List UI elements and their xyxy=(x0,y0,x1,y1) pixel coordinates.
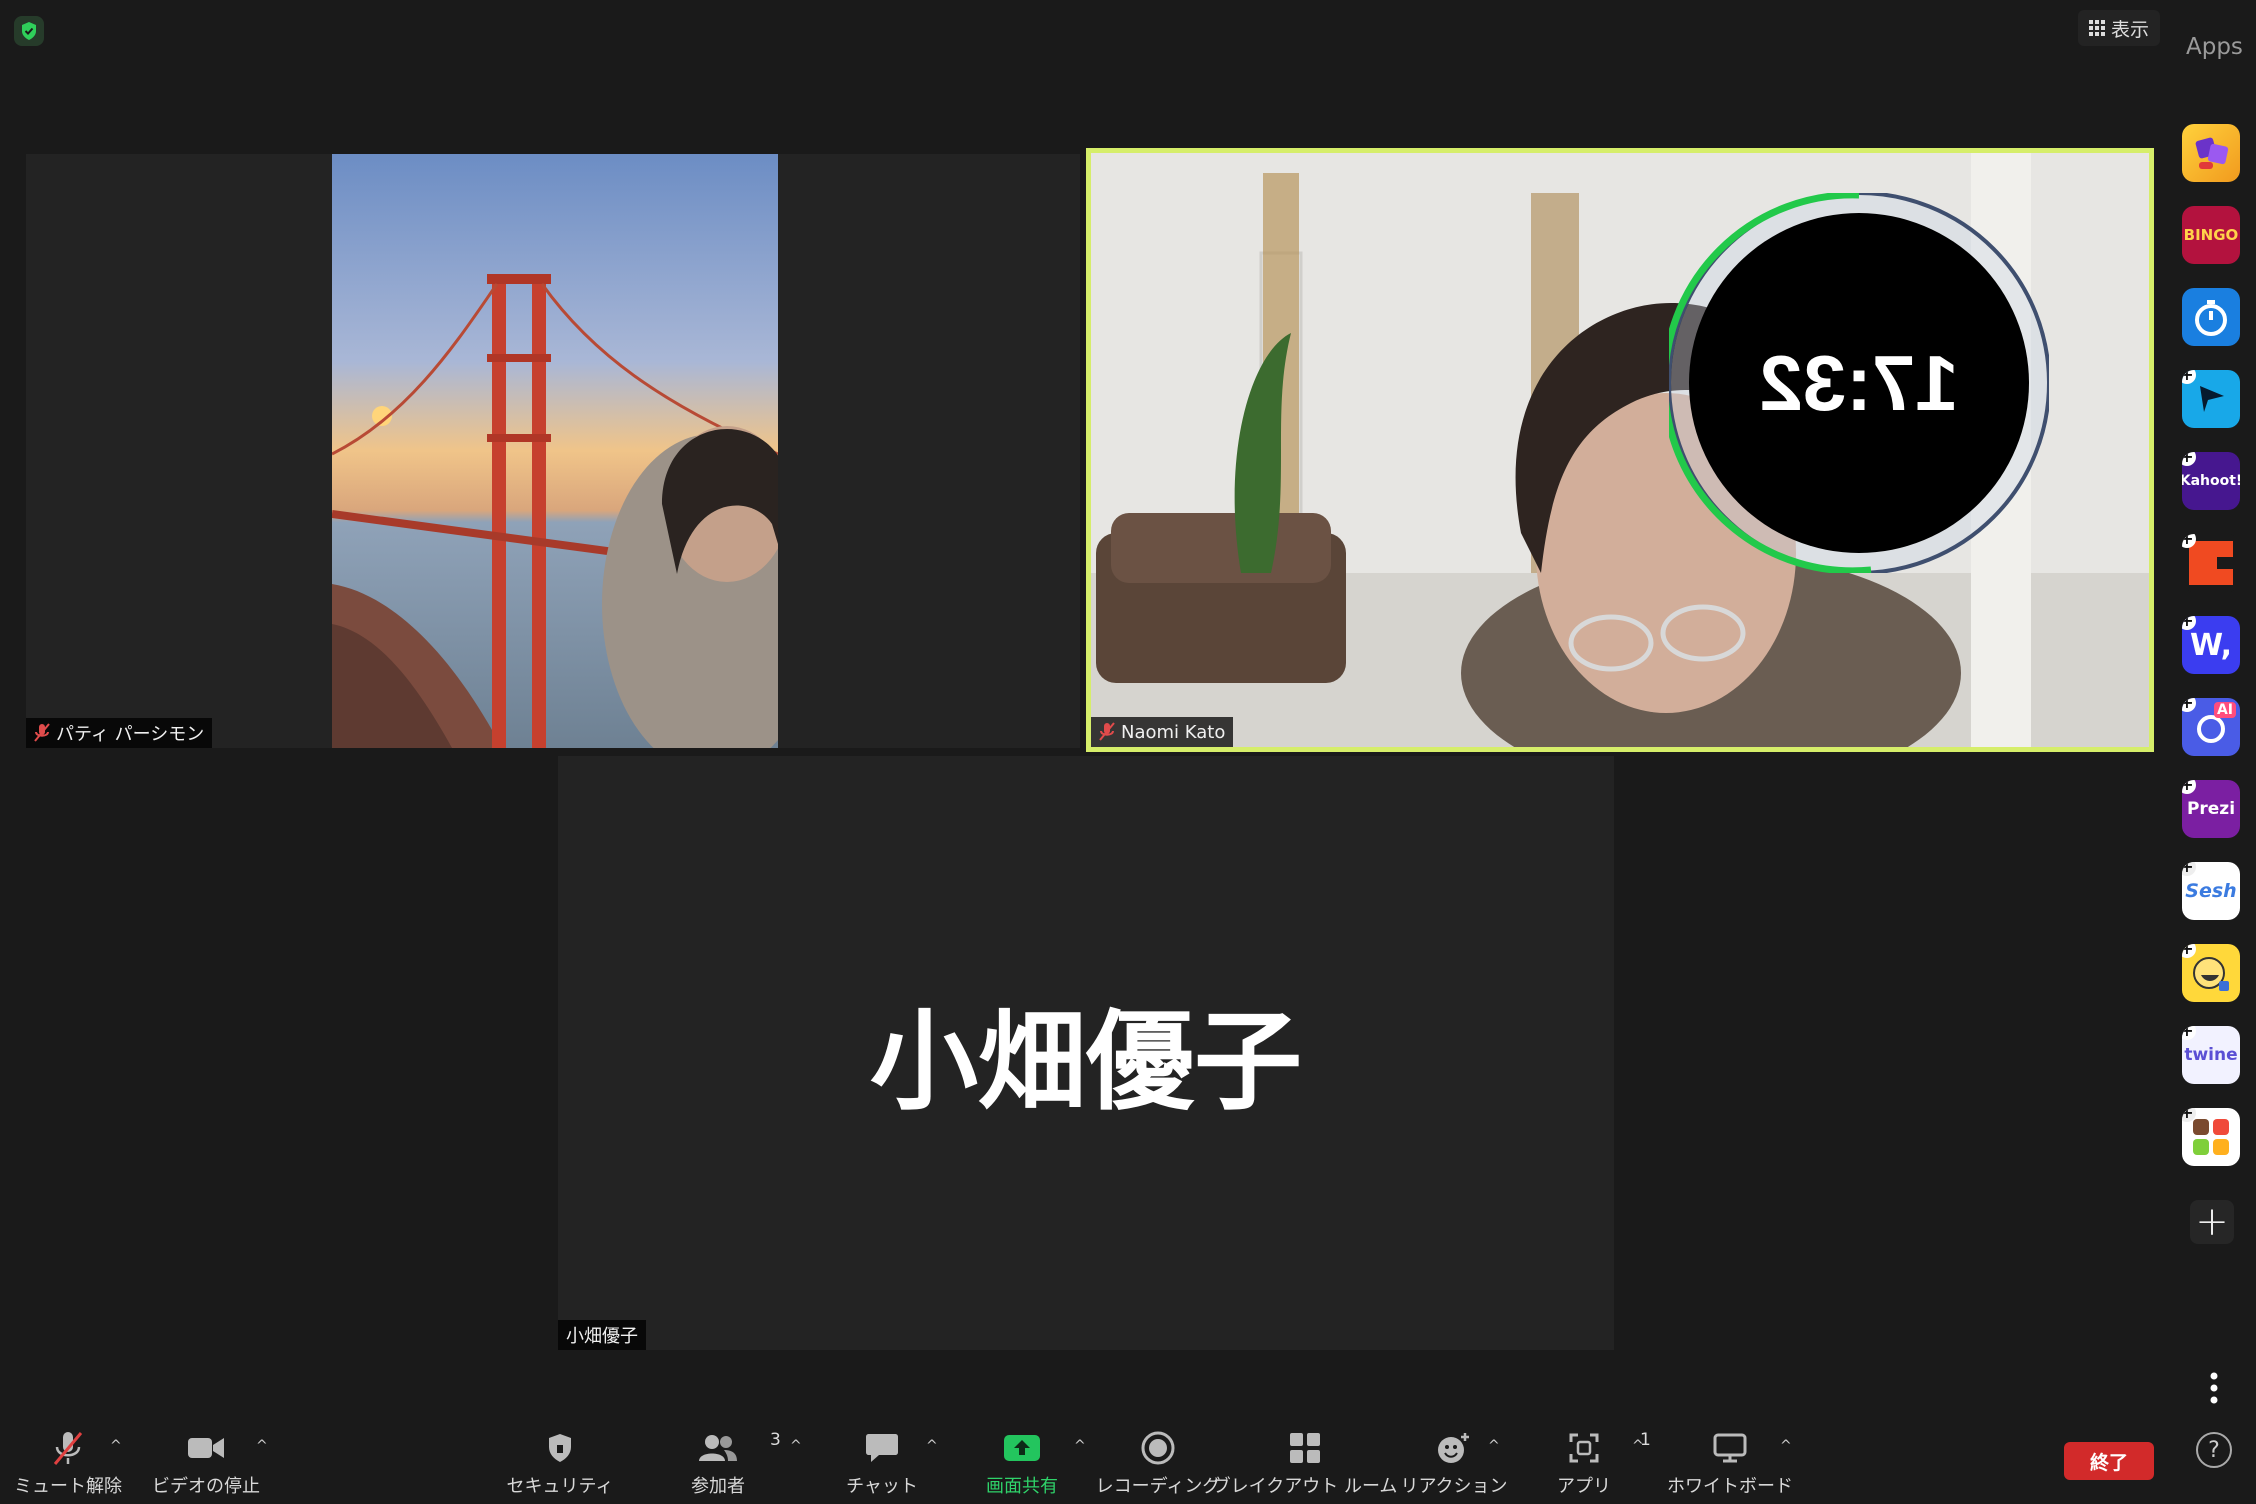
bingo-icon[interactable]: BINGO xyxy=(2182,206,2240,264)
whiteboard-button[interactable]: ホワイトボード xyxy=(1667,1428,1793,1498)
participant-display-name: 小畑優子 xyxy=(869,1000,1302,1125)
ai-label: AI xyxy=(2213,702,2236,718)
participants-options-caret[interactable]: ^ xyxy=(790,1438,802,1454)
add-badge-icon: + xyxy=(2182,780,2196,794)
add-badge-icon: + xyxy=(2182,862,2196,876)
participant-name: パティ パーシモン xyxy=(56,724,205,745)
share-screen-button[interactable]: 画面共有 xyxy=(972,1428,1072,1498)
chat-label: チャット xyxy=(846,1476,918,1497)
participants-button[interactable]: 3 参加者 xyxy=(668,1428,781,1498)
ai-app-icon[interactable]: + AI xyxy=(2182,698,2240,756)
orange-c-app-icon[interactable]: + xyxy=(2182,534,2240,592)
help-icon[interactable]: ? xyxy=(2196,1432,2232,1468)
end-meeting-button[interactable]: 終了 xyxy=(2064,1442,2154,1480)
breakout-rooms-icon xyxy=(1290,1433,1320,1463)
reactions-label: リアクション xyxy=(1400,1476,1508,1497)
breakout-label: ブレイクアウト ルーム xyxy=(1212,1476,1398,1497)
participants-icon xyxy=(699,1435,737,1461)
dice-game-icon[interactable] xyxy=(2182,124,2240,182)
more-options-icon[interactable] xyxy=(2204,1370,2224,1406)
share-options-caret[interactable]: ^ xyxy=(1074,1438,1086,1454)
participant-name-tag: パティ パーシモン xyxy=(26,718,213,748)
emoji-app-icon[interactable]: + xyxy=(2182,944,2240,1002)
security-label: セキュリティ xyxy=(506,1476,614,1497)
participant-video-golden-gate-background xyxy=(332,154,778,748)
participants-count: 3 xyxy=(770,1430,781,1450)
wooclap-icon[interactable]: + W, xyxy=(2182,616,2240,674)
apps-button[interactable]: 1 アプリ xyxy=(1534,1428,1651,1498)
chat-bubble-icon xyxy=(866,1434,898,1462)
add-badge-icon: + xyxy=(2182,1026,2196,1040)
participant-name-tag: Naomi Kato xyxy=(1091,717,1234,747)
kahoot-label: Kahoot! xyxy=(2182,473,2240,489)
prezi-icon[interactable]: + Prezi xyxy=(2182,780,2240,838)
video-tile-active-speaker[interactable]: 17:32 Naomi Kato xyxy=(1086,148,2154,752)
breakout-rooms-button[interactable]: ブレイクアウト ルーム xyxy=(1213,1428,1397,1498)
whiteboard-icon xyxy=(1713,1433,1747,1463)
video-camera-icon xyxy=(188,1438,224,1458)
add-app-button[interactable]: + xyxy=(2190,1199,2234,1245)
apps-label: アプリ xyxy=(1557,1476,1611,1497)
participant-name-tag: 小畑優子 xyxy=(558,1320,646,1350)
mute-options-caret[interactable]: ^ xyxy=(110,1438,122,1454)
kahoot-icon[interactable]: + Kahoot! xyxy=(2182,452,2240,510)
share-screen-icon xyxy=(1004,1435,1040,1461)
apps-options-caret[interactable]: ^ xyxy=(1632,1438,1644,1454)
timer-app-icon[interactable] xyxy=(2182,288,2240,346)
record-button[interactable]: レコーディング xyxy=(1096,1428,1220,1498)
record-icon xyxy=(1141,1431,1175,1465)
twine-icon[interactable]: + twine xyxy=(2182,1026,2240,1084)
sesh-icon[interactable]: + Sesh xyxy=(2182,862,2240,920)
participant-name: Naomi Kato xyxy=(1121,721,1226,743)
prezi-label: Prezi xyxy=(2186,799,2236,819)
apps-icon xyxy=(1569,1433,1599,1463)
view-label: 表示 xyxy=(2110,18,2149,41)
chat-options-caret[interactable]: ^ xyxy=(926,1438,938,1454)
reactions-options-caret[interactable]: ^ xyxy=(1488,1438,1500,1454)
security-shield-icon xyxy=(549,1434,571,1462)
security-shield-icon[interactable] xyxy=(14,16,44,46)
apps-panel-title: Apps xyxy=(2186,34,2243,60)
video-tile-participant-1[interactable]: パティ パーシモン xyxy=(26,154,1080,748)
mic-off-icon xyxy=(53,1432,83,1465)
view-button[interactable]: 表示 xyxy=(2078,10,2160,46)
twine-label: twine xyxy=(2184,1045,2238,1065)
record-label: レコーディング xyxy=(1095,1476,1221,1497)
muted-mic-icon xyxy=(1099,722,1115,741)
share-label: 画面共有 xyxy=(986,1476,1058,1497)
participant-name: 小畑優子 xyxy=(566,1326,638,1347)
timer-readout: 17:32 xyxy=(1759,338,1959,427)
video-tile-participant-3[interactable]: 小畑優子 小畑優子 xyxy=(558,756,1614,1350)
wooclap-label: W, xyxy=(2189,627,2233,663)
mute-label: ミュート解除 xyxy=(14,1476,122,1497)
video-options-caret[interactable]: ^ xyxy=(256,1438,268,1454)
reaction-emoji-icon xyxy=(1438,1433,1469,1463)
sesh-label: Sesh xyxy=(2185,880,2237,902)
video-label: ビデオの停止 xyxy=(152,1476,260,1497)
grid-icon xyxy=(2088,20,2105,36)
add-badge-icon: + xyxy=(2182,452,2196,466)
blocks-app-icon[interactable]: + xyxy=(2182,1108,2240,1166)
mute-button[interactable]: ミュート解除 xyxy=(14,1428,122,1498)
bingo-label: BINGO xyxy=(2183,226,2239,244)
muted-mic-icon xyxy=(34,723,50,742)
pitch-app-icon[interactable]: + xyxy=(2182,370,2240,428)
whiteboard-options-caret[interactable]: ^ xyxy=(1780,1438,1792,1454)
participants-label: 参加者 xyxy=(691,1476,745,1497)
whiteboard-label: ホワイトボード xyxy=(1667,1476,1793,1497)
video-button[interactable]: ビデオの停止 xyxy=(150,1428,262,1498)
chat-button[interactable]: チャット xyxy=(832,1428,932,1498)
security-button[interactable]: セキュリティ xyxy=(507,1428,613,1498)
